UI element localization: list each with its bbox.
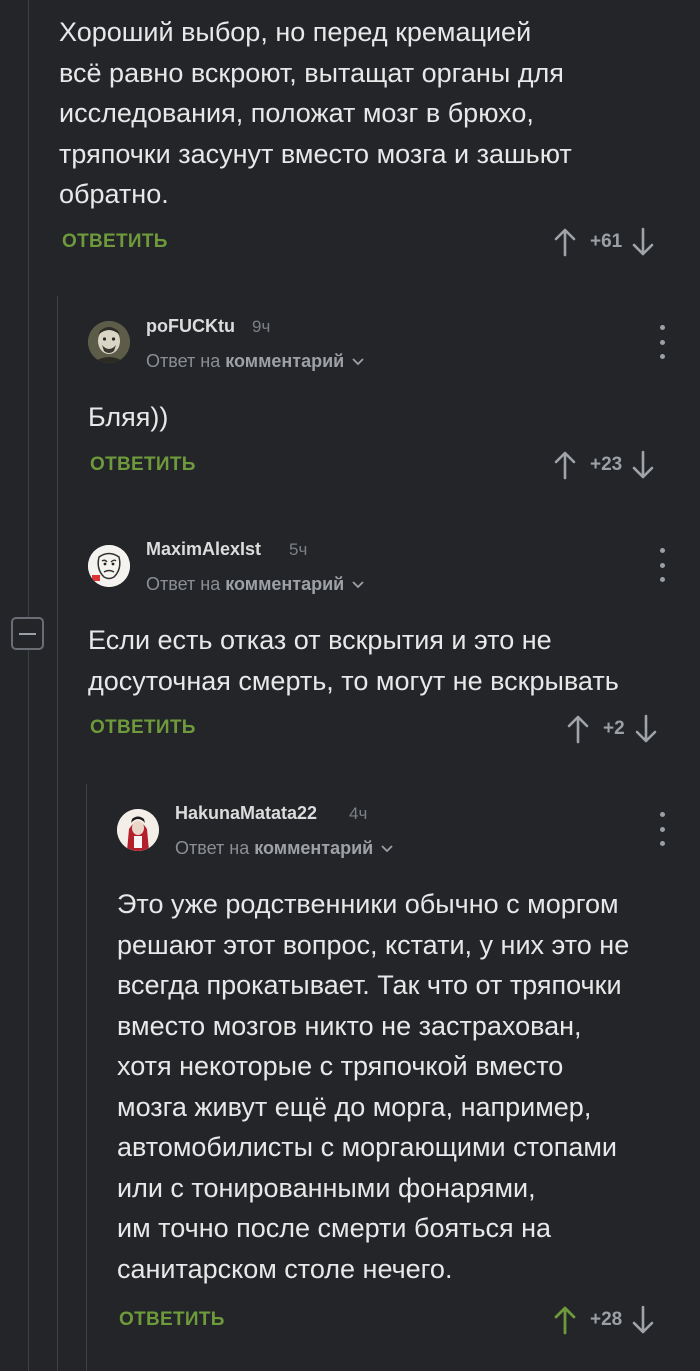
thread-line	[28, 0, 29, 1371]
comment-text: Хороший выбор, но перед кремацией всё ра…	[59, 17, 572, 209]
upvote-arrow-icon[interactable]	[552, 448, 578, 482]
more-options-icon[interactable]	[652, 548, 672, 582]
downvote-arrow-icon[interactable]	[630, 225, 656, 259]
reply-to-target: комментарий	[254, 838, 374, 858]
vote-count: +2	[603, 718, 625, 739]
vote-controls: +2	[565, 709, 659, 749]
comment-text: Бляя))	[88, 402, 169, 432]
collapse-thread-button[interactable]	[11, 617, 44, 650]
reply-to-prefix: Ответ на	[175, 838, 250, 858]
downvote-arrow-icon[interactable]	[630, 1303, 656, 1337]
comment-time: 9ч	[252, 317, 271, 336]
vote-controls: +23	[552, 445, 656, 485]
author-name[interactable]: MaximAlexIst	[146, 539, 261, 560]
reply-to-target: комментарий	[225, 574, 345, 594]
reply-to-prefix: Ответ на	[146, 351, 221, 371]
chevron-down-icon	[352, 581, 364, 589]
reply-to-link[interactable]: Ответ на комментарий	[146, 574, 365, 595]
reply-to-target: комментарий	[225, 351, 345, 371]
reply-button[interactable]: ОТВЕТИТЬ	[90, 717, 196, 739]
vote-controls: +28	[552, 1300, 656, 1340]
comment-time: 5ч	[289, 540, 308, 559]
avatar[interactable]	[88, 321, 130, 363]
downvote-arrow-icon[interactable]	[633, 712, 659, 746]
upvote-arrow-icon[interactable]	[565, 712, 591, 746]
comment-text: Если есть отказ от вскрытия и это не дос…	[88, 625, 619, 696]
comment-text: Это уже родственники обычно с моргом реш…	[117, 889, 630, 1284]
upvote-arrow-icon[interactable]	[552, 1303, 578, 1337]
reply-button[interactable]: ОТВЕТИТЬ	[119, 1309, 225, 1331]
vote-count: +61	[590, 231, 623, 252]
author-name[interactable]: HakunaMatata22	[175, 803, 317, 824]
author-name[interactable]: poFUCKtu	[146, 316, 235, 337]
more-options-icon[interactable]	[652, 325, 672, 359]
reply-button[interactable]: ОТВЕТИТЬ	[90, 454, 196, 476]
vote-count: +28	[590, 1309, 623, 1330]
downvote-arrow-icon[interactable]	[630, 448, 656, 482]
upvote-arrow-icon[interactable]	[552, 225, 578, 259]
chevron-down-icon	[352, 358, 364, 366]
avatar[interactable]	[117, 809, 159, 851]
chevron-down-icon	[381, 845, 393, 853]
comment-time: 4ч	[349, 804, 368, 823]
vote-controls: +61	[552, 222, 656, 262]
avatar[interactable]	[88, 545, 130, 587]
reply-to-link[interactable]: Ответ на комментарий	[146, 351, 365, 372]
thread-line	[86, 784, 87, 1371]
reply-to-prefix: Ответ на	[146, 574, 221, 594]
minus-icon	[19, 632, 36, 635]
more-options-icon[interactable]	[652, 812, 672, 846]
thread-line	[57, 296, 58, 1371]
vote-count: +23	[590, 454, 623, 475]
reply-to-link[interactable]: Ответ на комментарий	[175, 838, 394, 859]
reply-button[interactable]: ОТВЕТИТЬ	[62, 231, 168, 253]
